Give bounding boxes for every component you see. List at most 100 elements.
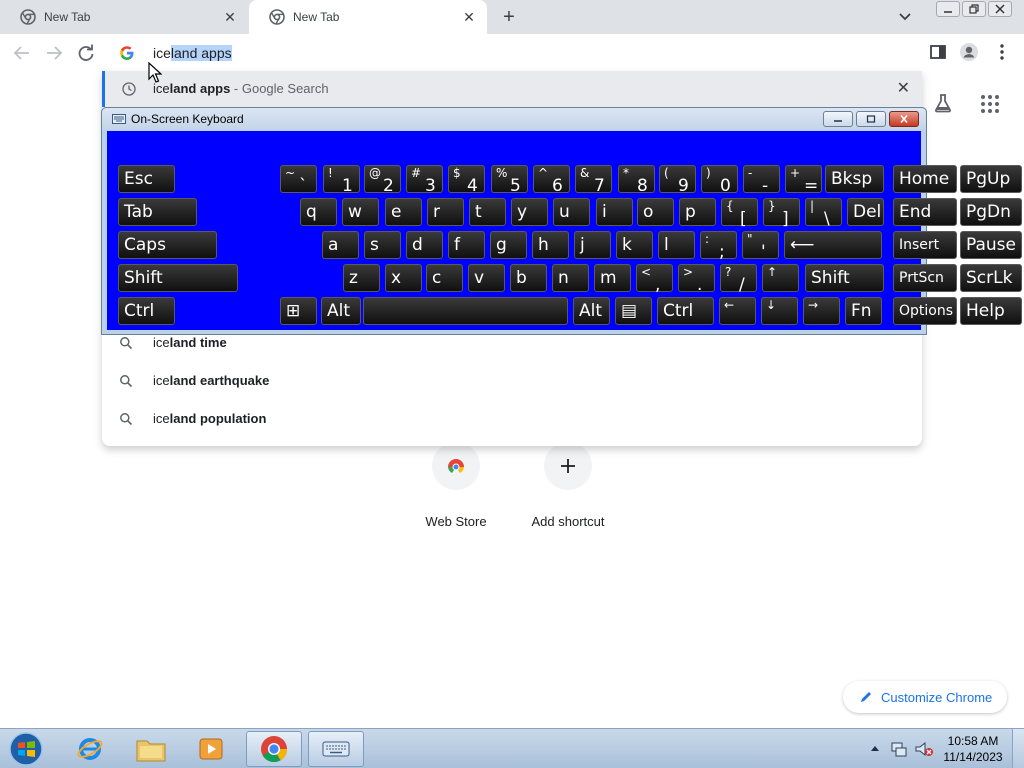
osk-minimize-icon[interactable] bbox=[823, 111, 853, 127]
shortcut-web-store[interactable]: Web Store bbox=[401, 442, 511, 529]
osk-maximize-icon[interactable] bbox=[856, 111, 886, 127]
key-key[interactable]: {[ bbox=[721, 198, 758, 229]
key-key[interactable]: :; bbox=[700, 231, 737, 262]
key-e[interactable]: e bbox=[385, 198, 422, 226]
key-key[interactable]: → bbox=[803, 297, 840, 325]
key-c[interactable]: c bbox=[426, 264, 463, 292]
address-bar-text[interactable]: iceland apps bbox=[153, 44, 232, 62]
taskbar-internet-explorer[interactable] bbox=[62, 731, 118, 767]
labs-flask-icon[interactable] bbox=[932, 92, 954, 114]
key-p[interactable]: p bbox=[679, 198, 716, 226]
key-l[interactable]: l bbox=[658, 231, 695, 259]
customize-chrome-button[interactable]: Customize Chrome bbox=[843, 681, 1007, 713]
key-tab[interactable]: Tab bbox=[118, 198, 197, 226]
minimize-window-icon[interactable] bbox=[936, 1, 960, 17]
key-key[interactable]: + = bbox=[785, 165, 822, 196]
suggestion-row[interactable]: iceland earthquake bbox=[102, 363, 922, 399]
kebab-menu-icon[interactable] bbox=[992, 42, 1012, 62]
close-tab-icon[interactable]: ✕ bbox=[461, 9, 477, 25]
taskbar-file-explorer[interactable] bbox=[123, 731, 179, 767]
key-k[interactable]: k bbox=[616, 231, 653, 259]
key-key[interactable]: " ' bbox=[742, 231, 779, 262]
key-1[interactable]: ! 1 bbox=[323, 165, 360, 196]
key-key[interactable]: ? / bbox=[720, 264, 757, 295]
taskbar-on-screen-keyboard[interactable] bbox=[308, 731, 364, 767]
key-del[interactable]: Del bbox=[847, 198, 884, 226]
key-fn[interactable]: Fn bbox=[845, 297, 882, 325]
key-help[interactable]: Help bbox=[960, 297, 1022, 325]
new-tab-plus-icon[interactable]: + bbox=[498, 6, 520, 28]
restore-window-icon[interactable] bbox=[962, 1, 986, 17]
key-key[interactable]: }] bbox=[763, 198, 800, 229]
key-scrlk[interactable]: ScrLk bbox=[960, 264, 1022, 292]
key-key[interactable]: -- bbox=[743, 165, 780, 196]
back-arrow-icon[interactable] bbox=[11, 42, 33, 64]
forward-arrow-icon[interactable] bbox=[43, 42, 65, 64]
shortcut-add-shortcut[interactable]: Add shortcut bbox=[513, 442, 623, 529]
side-panel-icon[interactable] bbox=[928, 42, 948, 62]
key-alt[interactable]: Alt bbox=[573, 297, 610, 325]
key-s[interactable]: s bbox=[364, 231, 401, 259]
key-7[interactable]: & 7 bbox=[575, 165, 612, 196]
key-b[interactable]: b bbox=[510, 264, 547, 292]
taskbar-chrome[interactable] bbox=[246, 731, 302, 767]
close-window-icon[interactable] bbox=[988, 1, 1012, 17]
key-2[interactable]: @2 bbox=[364, 165, 401, 196]
key-x[interactable]: x bbox=[385, 264, 422, 292]
key-esc[interactable]: Esc bbox=[118, 165, 175, 193]
key-u[interactable]: u bbox=[553, 198, 590, 226]
key-key[interactable]: ↑ bbox=[762, 264, 799, 292]
tab-new-tab-1[interactable]: New Tab ✕ bbox=[0, 0, 248, 34]
network-icon[interactable] bbox=[890, 740, 908, 758]
profile-avatar-icon[interactable] bbox=[959, 42, 979, 62]
show-hidden-icons-arrow-icon[interactable] bbox=[870, 744, 880, 752]
key-6[interactable]: ^ 6 bbox=[533, 165, 570, 196]
key-d[interactable]: d bbox=[406, 231, 443, 259]
key-end[interactable]: End bbox=[893, 198, 957, 226]
key-key[interactable]: ~ ` bbox=[280, 165, 317, 196]
remove-suggestion-icon[interactable]: ✕ bbox=[897, 81, 910, 97]
key-8[interactable]: * 8 bbox=[618, 165, 655, 196]
tab-search-chevron-icon[interactable] bbox=[896, 8, 914, 26]
key-q[interactable]: q bbox=[300, 198, 337, 226]
key-key[interactable]: ⟵ bbox=[784, 231, 882, 259]
reload-icon[interactable] bbox=[75, 42, 97, 64]
key-9[interactable]: (9 bbox=[659, 165, 696, 196]
key-y[interactable]: y bbox=[511, 198, 548, 226]
key-space[interactable] bbox=[363, 297, 568, 325]
key-w[interactable]: w bbox=[342, 198, 379, 226]
key-g[interactable]: g bbox=[490, 231, 527, 259]
key-caps[interactable]: Caps bbox=[118, 231, 217, 259]
key-4[interactable]: $4 bbox=[448, 165, 485, 196]
taskbar-media-player[interactable] bbox=[183, 731, 239, 767]
key-home[interactable]: Home bbox=[893, 165, 957, 193]
key-key[interactable]: | \ bbox=[805, 198, 842, 229]
key-options[interactable]: Options bbox=[893, 297, 957, 325]
key-f[interactable]: f bbox=[448, 231, 485, 259]
google-apps-grid-icon[interactable] bbox=[980, 94, 1000, 114]
close-tab-icon[interactable]: ✕ bbox=[222, 9, 238, 25]
osk-title-bar[interactable]: On-Screen Keyboard bbox=[102, 108, 926, 130]
osk-close-icon[interactable] bbox=[889, 111, 919, 127]
key-a[interactable]: a bbox=[322, 231, 359, 259]
key-3[interactable]: #3 bbox=[406, 165, 443, 196]
key-prtscn[interactable]: PrtScn bbox=[893, 264, 957, 292]
key-5[interactable]: % 5 bbox=[491, 165, 528, 196]
key-key[interactable]: ↓ bbox=[761, 297, 798, 325]
key-bksp[interactable]: Bksp bbox=[825, 165, 884, 193]
volume-muted-icon[interactable] bbox=[914, 740, 934, 758]
key-key[interactable]: ← bbox=[719, 297, 756, 325]
key-shift[interactable]: Shift bbox=[118, 264, 238, 292]
show-desktop-button[interactable] bbox=[1012, 729, 1024, 768]
key-t[interactable]: t bbox=[469, 198, 506, 226]
key-j[interactable]: j bbox=[574, 231, 611, 259]
key-key[interactable]: <, bbox=[636, 264, 673, 295]
key-h[interactable]: h bbox=[532, 231, 569, 259]
key-o[interactable]: o bbox=[637, 198, 674, 226]
key-pgdn[interactable]: PgDn bbox=[960, 198, 1022, 226]
key-r[interactable]: r bbox=[427, 198, 464, 226]
taskbar-clock[interactable]: 10:58 AM 11/14/2023 bbox=[938, 733, 1008, 765]
key-pause[interactable]: Pause bbox=[960, 231, 1022, 259]
key-key[interactable]: ⊞ bbox=[280, 297, 317, 325]
key-n[interactable]: n bbox=[552, 264, 589, 292]
